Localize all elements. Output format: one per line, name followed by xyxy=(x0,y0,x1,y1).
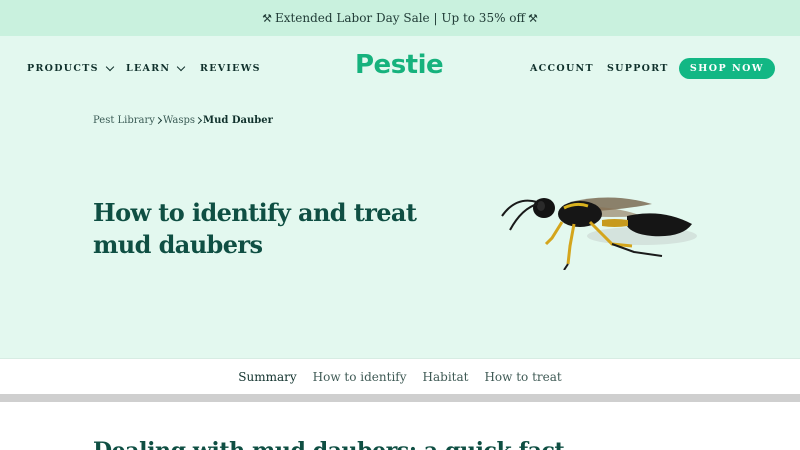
breadcrumb-pest-library[interactable]: Pest Library xyxy=(93,115,155,126)
promo-banner[interactable]: ⚒ Extended Labor Day Sale | Up to 35% of… xyxy=(0,0,800,36)
breadcrumb-current: Mud Dauber xyxy=(203,115,273,126)
nav-reviews-label: REVIEWS xyxy=(200,63,261,74)
nav-account-label: ACCOUNT xyxy=(530,63,594,74)
nav-products[interactable]: PRODUCTS xyxy=(27,62,114,74)
nav-learn[interactable]: LEARN xyxy=(126,62,186,74)
section-divider xyxy=(0,394,800,402)
tab-summary[interactable]: Summary xyxy=(238,370,296,384)
page-title: How to identify and treat mud daubers xyxy=(93,198,417,259)
chevron-down-icon xyxy=(105,62,114,71)
pestie-logo[interactable]: Pestie xyxy=(355,50,444,80)
chevron-right-icon xyxy=(194,116,203,125)
section-heading: Dealing with mud daubers: a quick fact xyxy=(93,438,565,450)
hammer-icon: ⚒ xyxy=(262,11,272,25)
hammer-icon: ⚒ xyxy=(528,11,538,25)
breadcrumb-wasps[interactable]: Wasps xyxy=(163,115,195,126)
section-tabs: Summary How to identify Habitat How to t… xyxy=(0,358,800,394)
promo-text: Extended Labor Day Sale | Up to 35% off xyxy=(274,11,526,25)
nav-account[interactable]: ACCOUNT xyxy=(530,63,594,74)
mud-dauber-wasp-image xyxy=(501,197,697,270)
tab-how-to-treat[interactable]: How to treat xyxy=(484,370,561,384)
shop-now-label: SHOP NOW xyxy=(689,63,765,74)
nav-products-label: PRODUCTS xyxy=(27,63,99,74)
nav-learn-label: LEARN xyxy=(126,63,171,74)
tab-habitat[interactable]: Habitat xyxy=(423,370,469,384)
nav-support-label: SUPPORT xyxy=(607,63,669,74)
tab-how-to-identify[interactable]: How to identify xyxy=(313,370,407,384)
chevron-right-icon xyxy=(154,116,162,125)
chevron-down-icon xyxy=(177,62,186,71)
nav-reviews[interactable]: REVIEWS xyxy=(200,63,261,74)
shop-now-button[interactable]: SHOP NOW xyxy=(679,58,775,79)
nav-support[interactable]: SUPPORT xyxy=(607,63,669,74)
breadcrumb: Pest Library Wasps Mud Dauber xyxy=(93,115,273,126)
